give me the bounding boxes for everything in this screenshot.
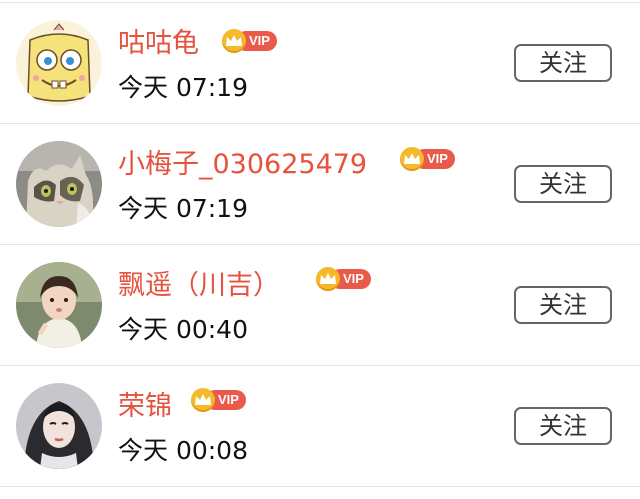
list-item[interactable]: 咕咕龟 VIP 今天 07:19 关注 (0, 3, 640, 124)
woman-avatar-icon[interactable] (16, 383, 102, 469)
follow-button[interactable]: 关注 (514, 286, 612, 324)
follow-time: 今天 07:19 (118, 73, 248, 102)
user-name[interactable]: 荣锦 (118, 390, 172, 424)
crown-icon (191, 388, 215, 412)
crown-icon (222, 29, 246, 53)
follower-list: 咕咕龟 VIP 今天 07:19 关注 小梅子_030625479 今天 07:… (0, 0, 640, 499)
kitten-avatar-icon[interactable] (16, 141, 102, 227)
crown-icon (316, 267, 340, 291)
list-item[interactable]: 小梅子_030625479 今天 07:19 关注 (0, 124, 640, 245)
follow-button[interactable]: 关注 (514, 407, 612, 445)
list-item[interactable]: 飘遥（川吉） 今天 00:40 关注 (0, 245, 640, 366)
follow-time: 今天 00:40 (118, 315, 248, 344)
user-name[interactable]: 飘遥（川吉） (118, 269, 280, 303)
follow-time: 今天 07:19 (118, 194, 248, 223)
user-name[interactable]: 咕咕龟 (118, 27, 199, 61)
follow-time: 今天 00:08 (118, 436, 248, 465)
follow-button[interactable]: 关注 (514, 44, 612, 82)
girl-avatar-icon[interactable] (16, 262, 102, 348)
user-name[interactable]: 小梅子_030625479 (118, 148, 367, 182)
spongebob-avatar-icon[interactable] (16, 20, 102, 106)
follow-button[interactable]: 关注 (514, 165, 612, 203)
crown-icon (400, 147, 424, 171)
list-item[interactable]: 荣锦 今天 00:08 关注 (0, 366, 640, 487)
